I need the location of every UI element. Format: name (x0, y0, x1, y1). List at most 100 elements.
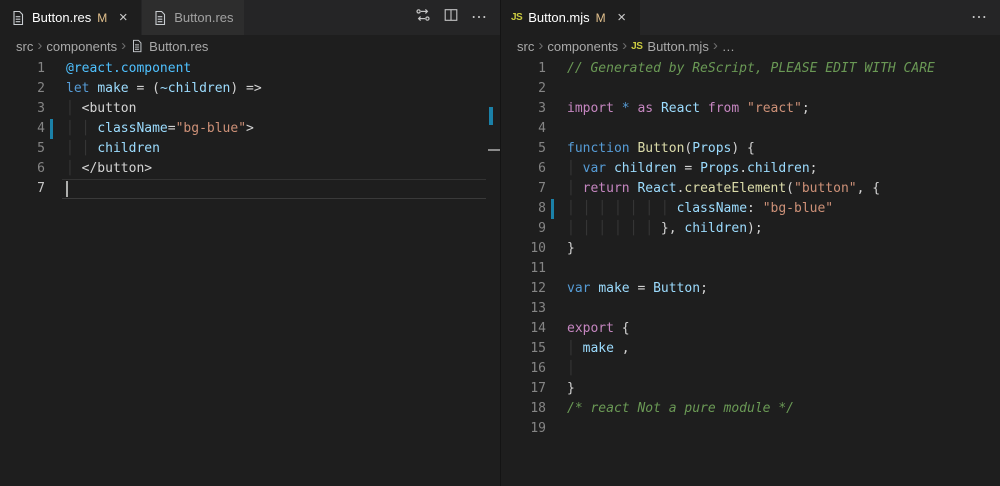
code-line[interactable]: 17} (501, 379, 1000, 399)
git-modified-gutter-indicator[interactable] (551, 199, 554, 219)
code-line[interactable]: 18/* react Not a pure module */ (501, 399, 1000, 419)
line-number[interactable]: 12 (501, 279, 546, 299)
line-number[interactable]: 7 (501, 179, 546, 199)
code-line[interactable]: 4 │ │ className="bg-blue"> (0, 119, 500, 139)
line-number[interactable]: 7 (0, 179, 45, 199)
code-line[interactable]: 8│ │ │ │ │ │ │ className: "bg-blue" (501, 199, 1000, 219)
line-number[interactable]: 6 (0, 159, 45, 179)
line-number[interactable]: 13 (501, 299, 546, 319)
code-text: │ (567, 359, 1000, 379)
line-number[interactable]: 10 (501, 239, 546, 259)
code-text: var make = Button; (567, 279, 1000, 299)
open-changes-button[interactable] (410, 5, 436, 31)
line-number[interactable]: 4 (0, 119, 45, 139)
breadcrumb-item[interactable]: src (16, 39, 33, 54)
line-number[interactable]: 3 (0, 99, 45, 119)
code-line[interactable]: 1 // Generated by ReScript, PLEASE EDIT W… (501, 59, 1000, 79)
breadcrumb-item[interactable]: components (46, 39, 117, 54)
tab-list: JSButton.mjsM× (501, 0, 641, 35)
git-modified-badge: M (596, 11, 606, 25)
line-number[interactable]: 15 (501, 339, 546, 359)
breadcrumb-item[interactable]: Button.res (130, 39, 208, 54)
code-line[interactable]: 2 (501, 79, 1000, 99)
code-line[interactable]: 12 var make = Button; (501, 279, 1000, 299)
code-line[interactable]: 5 │ │ children (0, 139, 500, 159)
code-editor[interactable]: 1@react.component2 let make = (~children)… (0, 57, 500, 486)
ellipsis-icon: ⋯ (471, 10, 487, 26)
code-text (567, 419, 1000, 439)
code-text: │ </button> (66, 159, 500, 179)
overview-ruler[interactable] (988, 57, 1000, 486)
line-number[interactable]: 5 (0, 139, 45, 159)
breadcrumb-item[interactable]: src (517, 39, 534, 54)
code-line[interactable]: 3│ <button (0, 99, 500, 119)
line-number[interactable]: 6 (501, 159, 546, 179)
line-number[interactable]: 8 (501, 199, 546, 219)
breadcrumb-separator: › (121, 35, 126, 57)
code-editor[interactable]: 1 // Generated by ReScript, PLEASE EDIT W… (501, 57, 1000, 486)
code-line[interactable]: 1@react.component (0, 59, 500, 79)
code-text (66, 179, 500, 199)
line-number[interactable]: 18 (501, 399, 546, 419)
line-number[interactable]: 17 (501, 379, 546, 399)
line-number[interactable]: 11 (501, 259, 546, 279)
gutter (45, 159, 66, 179)
line-number[interactable]: 5 (501, 139, 546, 159)
js-file-icon: JS (631, 41, 642, 52)
editor-tab[interactable]: Button.res (142, 0, 244, 35)
line-number[interactable]: 1 (0, 59, 45, 79)
overview-cursor-marker (488, 149, 500, 151)
more-actions-button[interactable]: ⋯ (466, 5, 492, 31)
code-line[interactable]: 4 (501, 119, 1000, 139)
line-number[interactable]: 1 (501, 59, 546, 79)
line-number[interactable]: 14 (501, 319, 546, 339)
line-number[interactable]: 19 (501, 419, 546, 439)
breadcrumb: src›components›Button.res (0, 35, 500, 57)
close-icon[interactable]: × (614, 10, 630, 26)
code-line[interactable]: 2 let make = (~children) => (0, 79, 500, 99)
breadcrumb-item[interactable]: JS Button.mjs (631, 39, 709, 54)
code-text: │ │ className="bg-blue"> (66, 119, 500, 139)
code-line[interactable]: 6│ var children = Props.children; (501, 159, 1000, 179)
line-number[interactable]: 2 (501, 79, 546, 99)
editor-tab[interactable]: JSButton.mjsM× (501, 0, 641, 35)
line-number[interactable]: 2 (0, 79, 45, 99)
code-line[interactable]: 9│ │ │ │ │ │ }, children); (501, 219, 1000, 239)
code-text: │ │ children (66, 139, 500, 159)
close-icon[interactable]: × (115, 10, 131, 26)
tab-bar: JSButton.mjsM× ⋯ (501, 0, 1000, 35)
code-text: // Generated by ReScript, PLEASE EDIT WI… (567, 59, 1000, 79)
code-line[interactable]: 11 (501, 259, 1000, 279)
code-line[interactable]: 7 │ return React.createElement("button", … (501, 179, 1000, 199)
code-line[interactable]: 5function Button(Props) { (501, 139, 1000, 159)
split-editor-button[interactable] (438, 5, 464, 31)
code-line[interactable]: 15│ make , (501, 339, 1000, 359)
gutter (546, 339, 567, 359)
code-text: │ return React.createElement("button", { (567, 179, 1000, 199)
breadcrumb-label: Button.mjs (647, 39, 708, 54)
code-line[interactable]: 16 │ (501, 359, 1000, 379)
code-line[interactable]: 3 import * as React from "react"; (501, 99, 1000, 119)
gutter (546, 399, 567, 419)
code-line[interactable]: 6 │ </button> (0, 159, 500, 179)
line-number[interactable]: 4 (501, 119, 546, 139)
code-line[interactable]: 7 (0, 179, 500, 199)
git-modified-gutter-indicator[interactable] (50, 119, 53, 139)
code-text: let make = (~children) => (66, 79, 500, 99)
line-number[interactable]: 3 (501, 99, 546, 119)
code-line[interactable]: 19 (501, 419, 1000, 439)
editor-tab[interactable]: Button.resM× (0, 0, 142, 35)
breadcrumb-item[interactable]: components (547, 39, 618, 54)
line-number[interactable]: 9 (501, 219, 546, 239)
code-line[interactable]: 13 (501, 299, 1000, 319)
overview-ruler[interactable] (488, 57, 500, 486)
code-line[interactable]: 14export { (501, 319, 1000, 339)
breadcrumb-separator: › (622, 35, 627, 57)
gutter (546, 79, 567, 99)
breadcrumb-item[interactable]: … (722, 39, 735, 54)
line-number[interactable]: 16 (501, 359, 546, 379)
code-line[interactable]: 10} (501, 239, 1000, 259)
code-text: import * as React from "react"; (567, 99, 1000, 119)
more-actions-button[interactable]: ⋯ (966, 5, 992, 31)
gutter (546, 119, 567, 139)
